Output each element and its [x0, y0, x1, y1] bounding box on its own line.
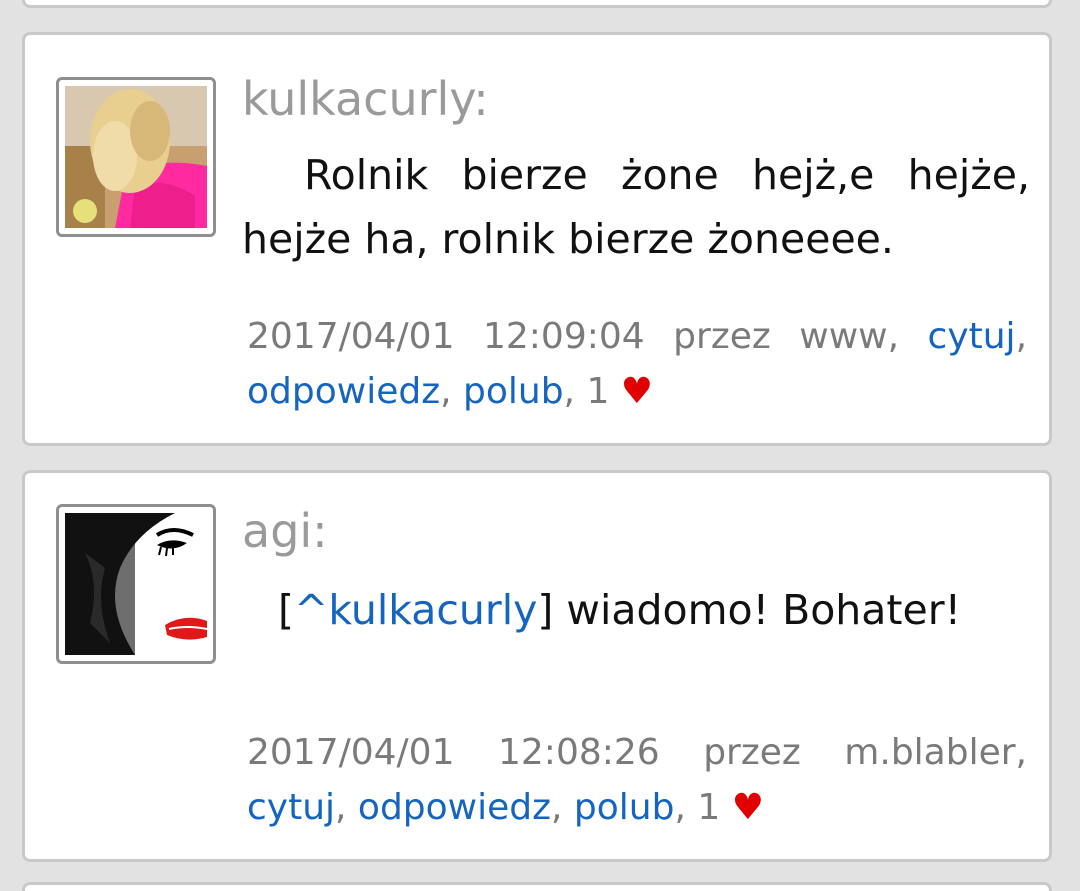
quote-link[interactable]: cytuj — [247, 787, 335, 828]
comment-meta: 2017/04/01 12:09:04 przez www, cytuj, od… — [247, 316, 1028, 412]
quote-link[interactable]: cytuj — [928, 316, 1016, 357]
likes-count: 1 — [697, 787, 721, 828]
comment-meta: 2017/04/01 12:08:26 przez m.blabler, cyt… — [247, 732, 1027, 828]
comment-source: przez www, — [673, 316, 900, 357]
comment-text-prefix: [ — [278, 586, 294, 634]
comment-body: [^kulkacurly] wiadomo! Bohater! — [242, 578, 1030, 642]
heart-icon: ♥ — [620, 371, 654, 412]
mention-link[interactable]: ^kulkacurly — [294, 586, 537, 634]
comment-datetime: 2017/04/01 12:09:04 — [247, 316, 645, 357]
comment-author[interactable]: kulkacurly: — [242, 71, 489, 127]
like-link[interactable]: polub — [574, 787, 675, 828]
comment-source: przez m.blabler, — [703, 732, 1027, 773]
likes-count: 1 — [586, 371, 610, 412]
like-link[interactable]: polub — [463, 371, 564, 412]
comment-text: ] wiadomo! Bohater! — [537, 586, 961, 634]
comment-body: Rolnik bierze żone hejż,e hejże, hejże h… — [242, 143, 1030, 271]
comment-card: agi: [^kulkacurly] wiadomo! Bohater! 201… — [22, 470, 1052, 862]
reply-link[interactable]: odpowiedz — [358, 787, 551, 828]
reply-link[interactable]: odpowiedz — [247, 371, 440, 412]
comment-text: Rolnik bierze żone hejż,e hejże, hejże h… — [242, 151, 1030, 263]
comment-author[interactable]: agi: — [242, 503, 328, 559]
avatar[interactable] — [56, 77, 216, 237]
comment-datetime: 2017/04/01 12:08:26 — [247, 732, 660, 773]
avatar-image — [65, 86, 207, 228]
previous-comment-card — [22, 0, 1052, 8]
heart-icon: ♥ — [731, 787, 764, 828]
next-comment-card — [22, 882, 1052, 891]
comment-card: kulkacurly: Rolnik bierze żone hejż,e he… — [22, 32, 1052, 446]
avatar-image — [65, 513, 207, 655]
avatar[interactable] — [56, 504, 216, 664]
comment-feed: kulkacurly: Rolnik bierze żone hejż,e he… — [0, 0, 1080, 891]
